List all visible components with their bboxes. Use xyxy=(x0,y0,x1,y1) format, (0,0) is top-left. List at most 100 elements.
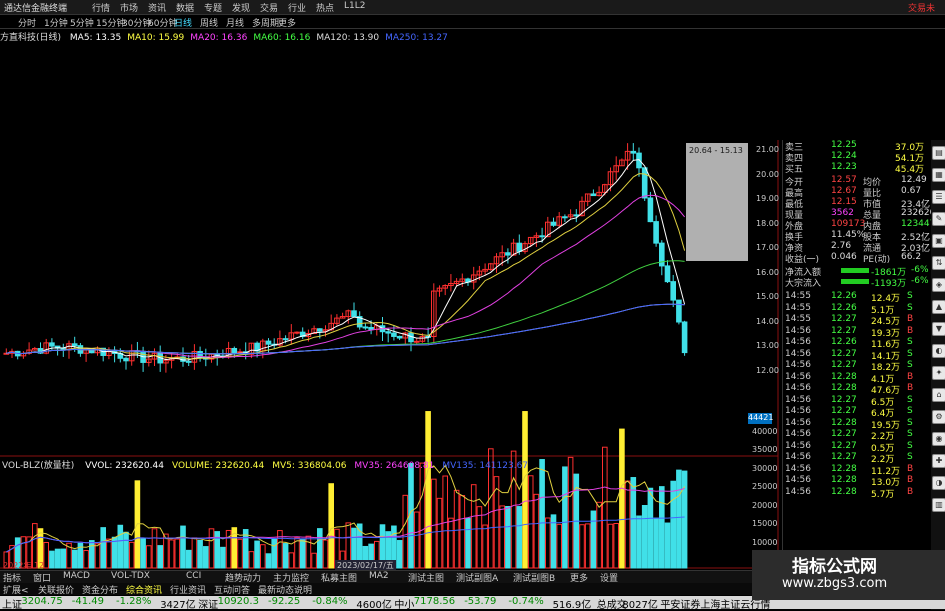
status-item: -92.25 xyxy=(268,596,301,607)
stat-row: 最低 12.15 市值 23.4亿 xyxy=(783,197,931,210)
candle-body xyxy=(647,197,654,223)
stat-label: 收益(一) xyxy=(785,255,820,265)
sidebar-tool-icon[interactable]: ◉ xyxy=(932,432,945,446)
tick-price: 12.27 xyxy=(831,348,857,359)
sidebar-tool-icon[interactable]: ☰ xyxy=(932,190,945,204)
sidebar-tool-icon[interactable]: ◈ xyxy=(932,278,945,292)
volume-bar xyxy=(123,531,129,569)
stat-row: 换手 11.45% 股本 2.52亿 xyxy=(783,230,931,243)
volume-bar xyxy=(630,477,637,569)
ask-row: 买五 12.23 45.4万 xyxy=(783,162,931,175)
ask-price: 12.25 xyxy=(831,140,857,150)
volume-cursor-value: 44421 xyxy=(748,413,774,424)
volume-bar xyxy=(659,486,665,569)
tick-side: S xyxy=(907,417,913,428)
info-tab[interactable]: 互动问答 xyxy=(214,583,250,596)
sidebar-tool-icon[interactable]: ▼ xyxy=(932,322,945,336)
volume-bar xyxy=(311,552,317,569)
volume-indicator-name[interactable]: VOL-BLZ(放量柱) xyxy=(2,461,74,471)
info-tab[interactable]: 综合资讯 xyxy=(126,583,162,596)
tick-price: 12.28 xyxy=(831,475,857,485)
ask-volume: 45.4万 xyxy=(895,165,925,175)
info-tab[interactable]: 扩展< xyxy=(3,583,29,596)
sidebar-tool-icon[interactable]: ▲ xyxy=(932,300,945,314)
tick-price: 12.28 xyxy=(831,463,857,474)
stat-value: 12.49 xyxy=(901,175,927,185)
volume-bar xyxy=(54,548,61,569)
stat-label: PE(动) xyxy=(863,255,891,265)
price-tick: 19.00 xyxy=(756,194,779,203)
sidebar-tool-icon[interactable]: ✚ xyxy=(932,454,945,468)
tick-row: 14:56 12.27 2.2万 S xyxy=(783,452,931,465)
tick-row: 14:56 12.27 18.2万 S xyxy=(783,360,931,373)
tick-row: 14:56 12.28 19.5万 S xyxy=(783,417,931,431)
volume-bar xyxy=(624,480,631,569)
candle-body xyxy=(505,252,511,256)
tick-price: 12.28 xyxy=(831,383,857,393)
stat-row: 收益(一) 0.046 PE(动) 66.2 xyxy=(783,252,931,265)
price-tick: 13.00 xyxy=(756,341,779,350)
ask-row: 卖三 12.25 37.0万 xyxy=(783,140,931,153)
tick-side: B xyxy=(907,371,914,382)
candle-body xyxy=(670,281,677,301)
sidebar-tool-icon[interactable]: ⚙ xyxy=(932,410,945,424)
tick-time: 14:56 xyxy=(785,325,811,336)
tick-time: 14:56 xyxy=(785,360,811,370)
tick-row: 14:56 12.28 5.7万 B xyxy=(783,486,931,500)
volume-bar xyxy=(299,539,306,569)
volume-bar xyxy=(60,548,67,569)
price-tick: 14.00 xyxy=(756,316,779,326)
stat-value: 3562 xyxy=(831,208,854,218)
volume-bar xyxy=(516,506,523,569)
volume-bar xyxy=(567,456,574,569)
volume-bar xyxy=(288,552,295,569)
info-tab[interactable]: 行业资讯 xyxy=(170,583,206,596)
candle-body xyxy=(396,335,403,339)
volume-bar xyxy=(146,545,152,569)
stat-row: 最高 12.67 量比 0.67 xyxy=(783,186,931,199)
volume-bar xyxy=(545,517,551,569)
sidebar-tool-icon[interactable]: ⇅ xyxy=(932,256,945,270)
tick-price: 12.27 xyxy=(831,314,857,324)
stat-value: 12.15 xyxy=(831,197,857,207)
sidebar-tool-icon[interactable]: ◐ xyxy=(932,344,945,358)
flow-value: -1193万 xyxy=(871,279,907,289)
sidebar-tool-icon[interactable]: ▦ xyxy=(932,168,945,182)
info-tab[interactable]: 关联报价 xyxy=(38,583,74,596)
volume-bar xyxy=(470,484,477,569)
volume-bar xyxy=(185,549,192,569)
candle-body xyxy=(351,310,357,318)
candle-body xyxy=(413,340,420,343)
indicator-tab[interactable]: MACD xyxy=(63,571,90,581)
stat-row: 现量 3562 总量 232620 xyxy=(783,208,935,221)
volume-bar xyxy=(254,540,260,569)
tick-row: 14:55 12.26 12.4万 S xyxy=(783,291,931,304)
info-tab[interactable]: 资金分布 xyxy=(82,583,118,596)
volume-bar xyxy=(396,540,403,569)
sidebar-tool-icon[interactable]: ◑ xyxy=(932,476,945,490)
volume-bar xyxy=(220,546,226,569)
stat-value: 12.67 xyxy=(831,186,857,196)
volume-bar xyxy=(282,543,289,569)
sidebar-tool-icon[interactable]: ⌂ xyxy=(932,388,945,402)
volume-bar xyxy=(562,466,568,569)
indicator-tab[interactable]: CCI xyxy=(186,571,201,581)
volume-ma-line xyxy=(6,516,685,553)
sidebar-tool-icon[interactable]: ✎ xyxy=(932,212,945,226)
stat-row: 今开 12.57 均价 12.49 xyxy=(783,175,931,188)
ask-price: 12.24 xyxy=(831,151,857,161)
sidebar-tool-icon[interactable]: ▤ xyxy=(932,146,945,160)
tick-time: 14:55 xyxy=(785,291,811,301)
status-item: -0.74% xyxy=(508,596,544,607)
sidebar-tool-icon[interactable]: ▥ xyxy=(932,498,945,512)
volume-bar xyxy=(448,517,454,569)
volume-bar xyxy=(613,523,620,569)
tick-side: B xyxy=(907,486,914,497)
info-tab[interactable]: 最新动态说明 xyxy=(258,583,312,596)
tick-side: S xyxy=(907,429,913,439)
sidebar-tool-icon[interactable]: ✦ xyxy=(932,366,945,380)
indicator-tab[interactable]: VOL-TDX xyxy=(111,571,150,581)
indicator-tab[interactable]: MA2 xyxy=(369,571,389,581)
candle-body xyxy=(681,321,688,354)
sidebar-tool-icon[interactable]: ▣ xyxy=(932,234,945,248)
